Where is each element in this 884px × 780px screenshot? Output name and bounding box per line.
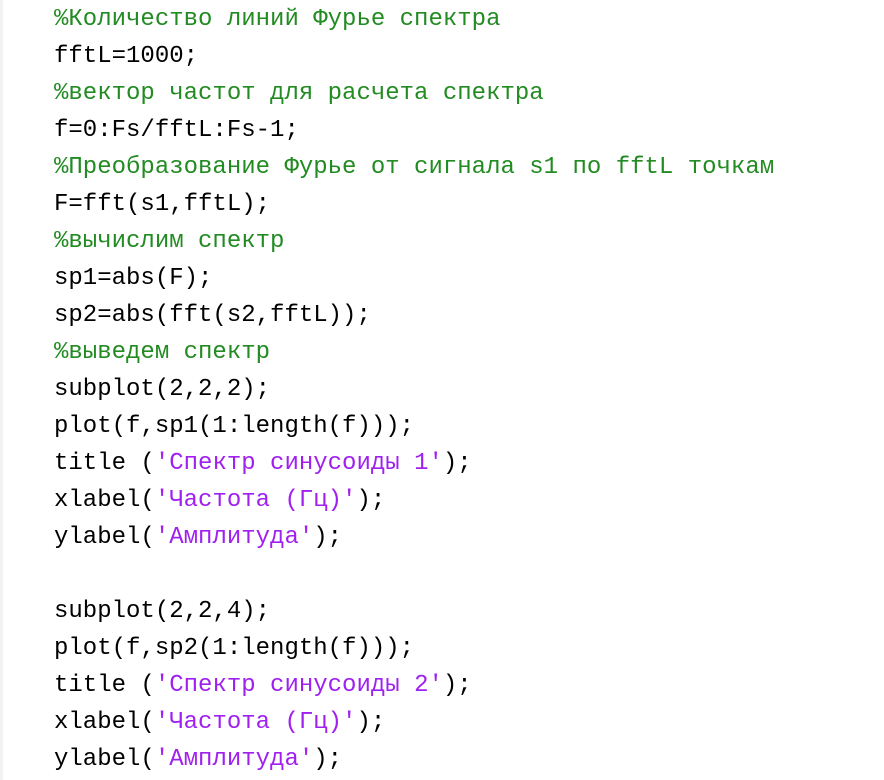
string-literal: 'Амплитуда' bbox=[154, 524, 314, 551]
string-literal: 'Спектр синусоиды 2' bbox=[154, 672, 443, 699]
string-literal: 'Амплитуда' bbox=[154, 746, 314, 773]
code-line[interactable]: f=0:Fs/fftL:Fs-1; bbox=[54, 112, 774, 149]
code-line[interactable]: sp2=abs(fft(s2,fftL)); bbox=[54, 297, 774, 334]
code-line[interactable]: %Количество линий Фурье спектра bbox=[54, 1, 774, 38]
code-line[interactable]: %вычислим спектр bbox=[54, 223, 774, 260]
code-line[interactable]: sp1=abs(F); bbox=[54, 260, 774, 297]
code-line[interactable]: plot(f,sp2(1:length(f))); bbox=[54, 630, 774, 667]
code-comment: %вычислим спектр bbox=[54, 228, 285, 255]
code-comment: %Количество линий Фурье спектра bbox=[54, 6, 501, 33]
code-text: f=0:Fs/fftL:Fs-1; bbox=[54, 117, 299, 144]
code-text: sp1=abs(F); bbox=[54, 265, 213, 292]
code-text: ); bbox=[313, 746, 343, 773]
code-line[interactable]: %выведем спектр bbox=[54, 334, 774, 371]
code-comment: %Преобразование Фурье от сигнала s1 по f… bbox=[54, 154, 775, 181]
code-text: title ( bbox=[54, 672, 155, 699]
code-text: ); bbox=[313, 524, 343, 551]
code-line[interactable]: xlabel('Частота (Гц)'); bbox=[54, 482, 774, 519]
code-line[interactable]: ylabel('Амплитуда'); bbox=[54, 741, 774, 778]
string-literal: 'Частота (Гц)' bbox=[154, 709, 357, 736]
code-text: ylabel( bbox=[54, 746, 155, 773]
code-line[interactable]: %Преобразование Фурье от сигнала s1 по f… bbox=[54, 149, 774, 186]
code-line[interactable]: subplot(2,2,4); bbox=[54, 593, 774, 630]
string-literal: 'Частота (Гц)' bbox=[154, 487, 357, 514]
code-line[interactable]: subplot(2,2,2); bbox=[54, 371, 774, 408]
editor-gutter bbox=[0, 0, 3, 780]
code-text: xlabel( bbox=[54, 487, 155, 514]
code-line[interactable]: ylabel('Амплитуда'); bbox=[54, 519, 774, 556]
code-text: ); bbox=[442, 450, 472, 477]
code-editor[interactable]: %Количество линий Фурье спектра fftL=1000… bbox=[0, 0, 884, 780]
code-text: subplot(2,2,2); bbox=[54, 376, 271, 403]
code-text: ); bbox=[356, 709, 386, 736]
code-text: plot(f,sp2(1:length(f))); bbox=[54, 635, 415, 662]
code-text: ); bbox=[356, 487, 386, 514]
code-text: ylabel( bbox=[54, 524, 155, 551]
code-text: subplot(2,2,4); bbox=[54, 598, 271, 625]
code-line[interactable]: title ('Спектр синусоиды 1'); bbox=[54, 445, 774, 482]
code-text: title ( bbox=[54, 450, 155, 477]
code-text: fftL=1000; bbox=[54, 43, 199, 70]
string-literal: 'Спектр синусоиды 1' bbox=[154, 450, 443, 477]
code-line[interactable]: plot(f,sp1(1:length(f))); bbox=[54, 408, 774, 445]
code-comment: %вектор частот для расчета спектра bbox=[54, 80, 544, 107]
code-text: F=fft(s1,fftL); bbox=[54, 191, 271, 218]
blank-line[interactable] bbox=[54, 556, 774, 593]
code-area[interactable]: %Количество линий Фурье спектра fftL=1000… bbox=[54, 1, 774, 778]
code-line[interactable]: fftL=1000; bbox=[54, 38, 774, 75]
code-line[interactable]: xlabel('Частота (Гц)'); bbox=[54, 704, 774, 741]
code-text: xlabel( bbox=[54, 709, 155, 736]
code-line[interactable]: title ('Спектр синусоиды 2'); bbox=[54, 667, 774, 704]
code-comment: %выведем спектр bbox=[54, 339, 271, 366]
code-line[interactable]: F=fft(s1,fftL); bbox=[54, 186, 774, 223]
code-text: sp2=abs(fft(s2,fftL)); bbox=[54, 302, 371, 329]
code-text: ); bbox=[442, 672, 472, 699]
code-line[interactable]: %вектор частот для расчета спектра bbox=[54, 75, 774, 112]
code-text: plot(f,sp1(1:length(f))); bbox=[54, 413, 415, 440]
